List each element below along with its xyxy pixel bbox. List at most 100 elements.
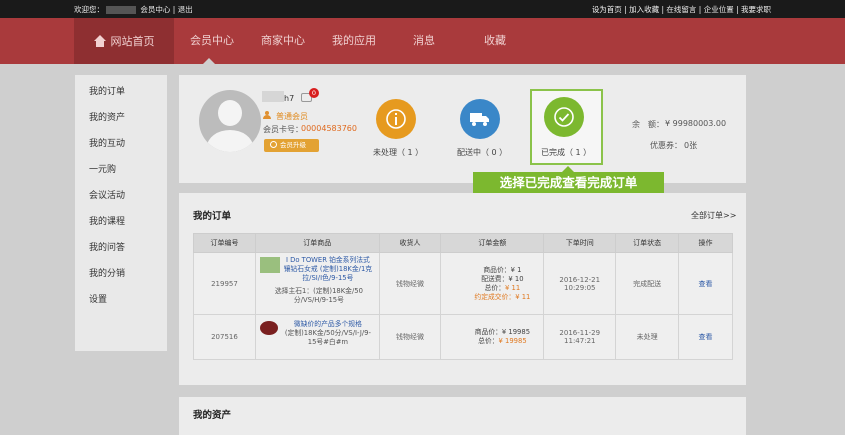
col-header-order-id: 订单编号 bbox=[193, 233, 256, 253]
assets-title: 我的资产 bbox=[193, 410, 232, 421]
check-icon bbox=[554, 107, 574, 127]
sidebar-item-interaction[interactable]: 我的互动 bbox=[89, 136, 125, 149]
nav-my-apps[interactable]: 我的应用 bbox=[332, 18, 376, 64]
order-status: 未处理 bbox=[615, 314, 680, 360]
member-level: 普通会员 bbox=[276, 112, 308, 121]
price-line: 商品价：¥ 19985 bbox=[474, 328, 531, 336]
member-level-icon bbox=[263, 111, 271, 119]
all-orders-link[interactable]: 全部订单>> bbox=[691, 210, 736, 221]
active-caret bbox=[203, 58, 215, 64]
sidebar-item-courses[interactable]: 我的课程 bbox=[89, 214, 125, 227]
receiver: 钱物经微 bbox=[378, 252, 442, 315]
order-id: 219957 bbox=[193, 252, 256, 315]
user-name-suffix: h7 bbox=[284, 94, 295, 103]
agreed-price-label: 约定成交价： bbox=[474, 292, 516, 301]
top-links: 设为首页 | 加入收藏 | 在线留言 | 企业位置 | 我要求职 bbox=[591, 5, 771, 14]
masked-name bbox=[262, 91, 284, 102]
product-link[interactable]: I Do TOWER 铂金系列法式镶钻石女戒 (定制)18K金/1克拉/SI/I… bbox=[283, 256, 373, 283]
sidebar-item-distribution[interactable]: 我的分销 bbox=[89, 266, 125, 279]
col-header-receiver: 收货人 bbox=[378, 233, 442, 253]
shipping-status-label[interactable]: 配送中（ 0 ） bbox=[457, 147, 507, 158]
receiver: 钱物经微 bbox=[378, 314, 442, 360]
price-line: 配送费：¥ 10 bbox=[481, 274, 524, 283]
info-icon bbox=[386, 109, 406, 129]
price-line: 总价： bbox=[478, 337, 499, 345]
table-row: 219957 I Do TOWER 铂金系列法式镶钻石女戒 (定制)18K金/1… bbox=[193, 252, 733, 315]
avatar[interactable] bbox=[199, 90, 261, 152]
done-status-icon[interactable] bbox=[544, 97, 584, 137]
nav-messages[interactable]: 消息 bbox=[413, 18, 435, 64]
col-header-product: 订单商品 bbox=[254, 233, 380, 253]
orders-table: 订单编号 订单商品 收货人 订单金额 下单时间 订单状态 操作 219957 I… bbox=[193, 233, 733, 360]
sidebar-item-assets[interactable]: 我的资产 bbox=[89, 110, 125, 123]
price-line: 商品价：¥ 1 bbox=[483, 265, 522, 274]
total-price: ¥ 19985 bbox=[498, 337, 527, 345]
upgrade-button-label: 会员升级 bbox=[280, 141, 306, 149]
product-spec: (定制)18K金/50分/VS/I-J/9-15号#白#m bbox=[284, 329, 371, 346]
table-header-row: 订单编号 订单商品 收货人 订单金额 下单时间 订单状态 操作 bbox=[193, 233, 733, 253]
assets-panel bbox=[179, 397, 746, 435]
sidebar: 我的订单 我的资产 我的互动 一元购 会议活动 我的课程 我的问答 我的分销 设… bbox=[75, 75, 167, 351]
arrow-up-icon bbox=[270, 141, 277, 148]
order-time: 2016-11-29 11:47:21 bbox=[543, 314, 617, 360]
nav-home[interactable]: 网站首页 bbox=[74, 18, 174, 64]
welcome-text: 欢迎您： bbox=[74, 5, 104, 14]
balance-value: ¥ 99980003.00 bbox=[665, 119, 727, 128]
upgrade-button[interactable]: 会员升级 bbox=[264, 139, 319, 152]
message-count-badge: 0 bbox=[309, 88, 319, 98]
sidebar-item-settings[interactable]: 设置 bbox=[89, 292, 107, 305]
masked-username bbox=[106, 6, 136, 14]
job-seeking-link[interactable]: 我要求职 bbox=[741, 5, 771, 14]
order-time: 2016-12-21 10:29:05 bbox=[543, 252, 617, 315]
shipping-status-icon[interactable] bbox=[460, 99, 500, 139]
product-cell: 微缺价的产品多个规格 (定制)18K金/50分/VS/I-J/9-15号#白#m bbox=[254, 314, 380, 360]
sidebar-item-qa[interactable]: 我的问答 bbox=[89, 240, 125, 253]
guide-tooltip: 选择已完成查看完成订单 bbox=[473, 172, 664, 193]
nav-merchant-center[interactable]: 商家中心 bbox=[261, 18, 305, 64]
set-homepage-link[interactable]: 设为首页 bbox=[592, 5, 622, 14]
price-cell: 商品价：¥ 19985 总价：¥ 19985 bbox=[440, 314, 545, 360]
price-cell: 商品价：¥ 1 配送费：¥ 10 总价：¥ 11 约定成交价：¥ 11 bbox=[440, 252, 545, 315]
order-status: 完成配送 bbox=[615, 252, 680, 315]
logout-link[interactable]: 退出 bbox=[178, 5, 193, 14]
balance-label: 余 额： bbox=[632, 120, 664, 129]
price-line: 总价： bbox=[484, 283, 506, 292]
main-nav: 网站首页 会员中心 商家中心 我的应用 消息 收藏 bbox=[0, 18, 845, 64]
online-message-link[interactable]: 在线留言 bbox=[666, 5, 696, 14]
welcome-area: 欢迎您： 会员中心 | 退出 bbox=[74, 5, 193, 14]
col-header-status: 订单状态 bbox=[615, 233, 680, 253]
col-header-time: 下单时间 bbox=[543, 233, 617, 253]
add-favorite-link[interactable]: 加入收藏 bbox=[629, 5, 659, 14]
col-header-action: 操作 bbox=[678, 233, 733, 253]
table-row: 207516 微缺价的产品多个规格 (定制)18K金/50分/VS/I-J/9-… bbox=[193, 314, 733, 360]
agreed-price: ¥ 11 bbox=[515, 292, 531, 301]
home-icon bbox=[93, 35, 107, 47]
card-number-label: 会员卡号： bbox=[263, 125, 303, 134]
company-location-link[interactable]: 企业位置 bbox=[704, 5, 734, 14]
col-header-amount: 订单金额 bbox=[440, 233, 545, 253]
pending-status-icon[interactable] bbox=[376, 99, 416, 139]
top-bar: 欢迎您： 会员中心 | 退出 设为首页 | 加入收藏 | 在线留言 | 企业位置… bbox=[0, 0, 845, 18]
sidebar-item-one-yuan[interactable]: 一元购 bbox=[89, 162, 116, 175]
view-order-link[interactable]: 查看 bbox=[678, 252, 733, 315]
orders-title: 我的订单 bbox=[193, 211, 232, 222]
sidebar-item-orders[interactable]: 我的订单 bbox=[89, 84, 125, 97]
nav-home-label: 网站首页 bbox=[110, 35, 155, 48]
order-id: 207516 bbox=[193, 314, 256, 360]
pending-status-label[interactable]: 未处理（ 1 ） bbox=[373, 147, 423, 158]
product-cell: I Do TOWER 铂金系列法式镶钻石女戒 (定制)18K金/1克拉/SI/I… bbox=[254, 252, 380, 315]
product-thumbnail[interactable] bbox=[259, 257, 280, 273]
truck-icon bbox=[470, 113, 489, 126]
nav-favorites[interactable]: 收藏 bbox=[484, 18, 506, 64]
member-center-link[interactable]: 会员中心 bbox=[140, 5, 170, 14]
total-price: ¥ 11 bbox=[505, 283, 521, 292]
coupon-label: 优惠券： bbox=[650, 141, 682, 150]
product-thumbnail[interactable] bbox=[259, 321, 278, 335]
view-order-link[interactable]: 查看 bbox=[678, 314, 733, 360]
product-spec: 选择主石1：(定制)18K金/50分/VS/H/9-15号 bbox=[274, 287, 363, 304]
sidebar-item-events[interactable]: 会议活动 bbox=[89, 188, 125, 201]
card-number: 00004583760 bbox=[301, 124, 357, 133]
done-status-label[interactable]: 已完成（ 1 ） bbox=[541, 147, 591, 158]
coupon-value: 0张 bbox=[684, 141, 698, 150]
product-link[interactable]: 微缺价的产品多个规格 bbox=[283, 320, 373, 329]
